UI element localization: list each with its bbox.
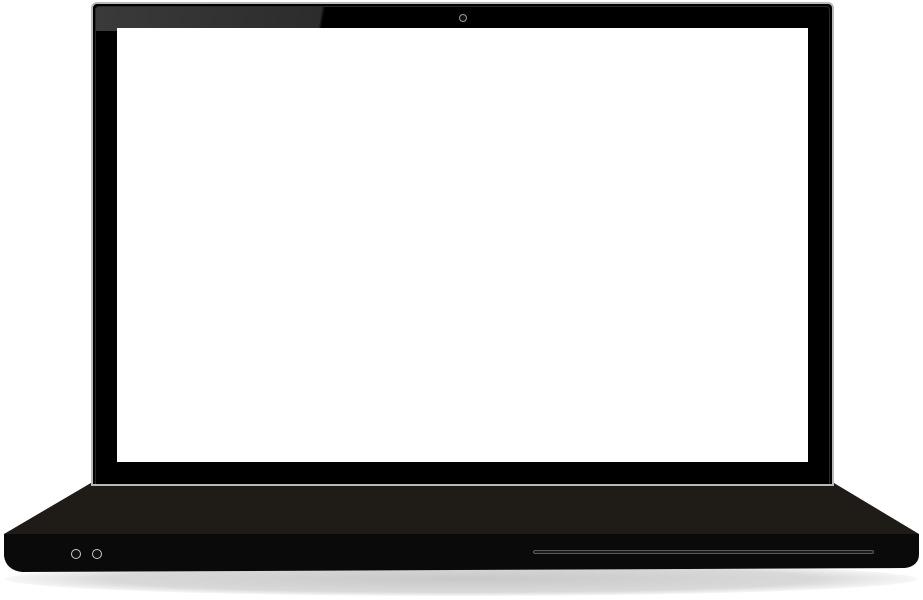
base-deck (4, 480, 919, 534)
laptop-base (0, 480, 923, 576)
laptop-screen (117, 28, 808, 462)
laptop-lid (91, 2, 834, 486)
audio-port-icon (71, 549, 81, 559)
optical-drive-slot (533, 550, 874, 554)
laptop-illustration (0, 0, 923, 600)
base-shape (4, 480, 919, 572)
webcam-icon (459, 14, 467, 22)
audio-port-icon (92, 549, 102, 559)
